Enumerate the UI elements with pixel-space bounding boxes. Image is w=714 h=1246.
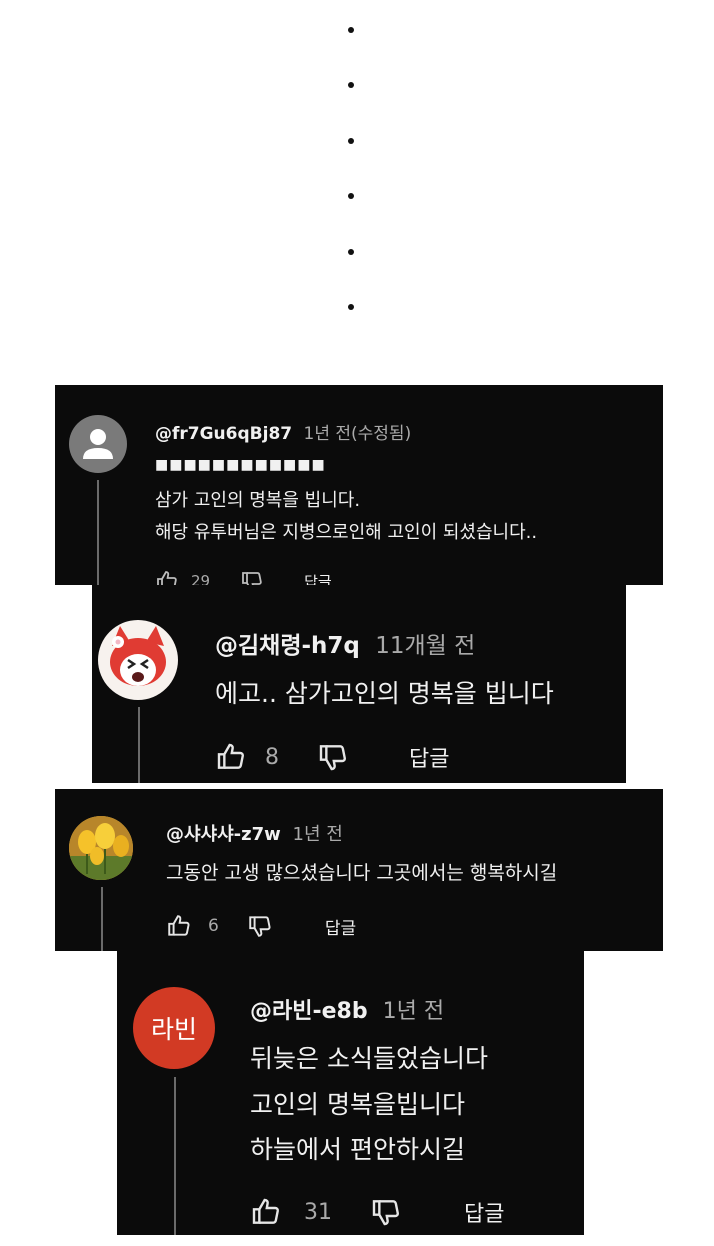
comment-actions: 29 답글 bbox=[155, 569, 332, 585]
comment-line: 뒤늦은 소식들었습니다 bbox=[250, 1044, 488, 1073]
dot bbox=[348, 304, 354, 310]
username[interactable]: @샤샤샤-z7w bbox=[166, 824, 281, 845]
comment-card: @fr7Gu6qBj87 1년 전(수정됨) ■■■■■■■■■■■■ 삼가 고… bbox=[55, 385, 663, 585]
thumbs-down-icon[interactable] bbox=[317, 741, 349, 773]
cartoon-cat-avatar bbox=[110, 626, 166, 686]
thumbs-down-icon[interactable] bbox=[240, 569, 264, 585]
reply-button[interactable]: 답글 bbox=[409, 741, 449, 773]
like-count: 31 bbox=[304, 1199, 332, 1225]
comment-header: @김채령-h7q 11개월 전 bbox=[215, 626, 475, 660]
avatar[interactable] bbox=[98, 620, 178, 700]
dot bbox=[348, 27, 354, 33]
thumbs-down-icon[interactable] bbox=[370, 1196, 402, 1228]
reply-button[interactable]: 답글 bbox=[304, 571, 332, 586]
thumbs-up-icon[interactable] bbox=[166, 913, 192, 939]
thread-line bbox=[138, 707, 140, 783]
username[interactable]: @fr7Gu6qBj87 bbox=[155, 424, 292, 444]
comment-line: 에고.. 삼가고인의 명복을 빕니다 bbox=[215, 679, 554, 708]
avatar[interactable] bbox=[69, 415, 127, 473]
thumbs-up-icon[interactable] bbox=[215, 741, 247, 773]
thumbs-up-icon[interactable] bbox=[250, 1196, 282, 1228]
comment-line: 하늘에서 편안하시길 bbox=[250, 1135, 465, 1164]
comment-card: @샤샤샤-z7w 1년 전 그동안 고생 많으셨습니다 그곳에서는 행복하시길 … bbox=[55, 789, 663, 951]
comment-line: 삼가 고인의 명복을 빕니다. bbox=[155, 490, 361, 511]
dot bbox=[348, 138, 354, 144]
like-count: 8 bbox=[265, 744, 279, 770]
thread-line bbox=[174, 1077, 176, 1235]
timestamp: 1년 전 bbox=[382, 999, 445, 1024]
thread-line bbox=[101, 887, 103, 951]
comment-line: 그동안 고생 많으셨습니다 그곳에서는 행복하시길 bbox=[166, 862, 558, 884]
like-count: 6 bbox=[208, 916, 219, 936]
comment-actions: 6 답글 bbox=[166, 913, 356, 939]
dot bbox=[348, 249, 354, 255]
username[interactable]: @김채령-h7q bbox=[215, 633, 360, 659]
comment-line: 해당 유투버님은 지병으로인해 고인이 되셨습니다.. bbox=[155, 522, 538, 543]
timestamp: 1년 전 bbox=[292, 824, 343, 845]
comment-line: 고인의 명복을빕니다 bbox=[250, 1090, 465, 1119]
avatar[interactable] bbox=[69, 816, 133, 880]
thread-line bbox=[97, 480, 99, 585]
like-count: 29 bbox=[191, 572, 211, 585]
dot bbox=[348, 82, 354, 88]
timestamp: 11개월 전 bbox=[375, 633, 476, 659]
comment-card: 라빈 @라빈-e8b 1년 전 뒤늦은 소식들었습니다 고인의 명복을빕니다 하… bbox=[117, 951, 584, 1235]
comment-actions: 31 답글 bbox=[250, 1196, 504, 1228]
comment-actions: 8 답글 bbox=[215, 741, 449, 773]
default-user-icon bbox=[83, 429, 113, 459]
comment-header: @샤샤샤-z7w 1년 전 bbox=[166, 820, 343, 846]
comment-header: @라빈-e8b 1년 전 bbox=[250, 993, 444, 1025]
dot bbox=[348, 193, 354, 199]
tulip-photo-avatar bbox=[69, 816, 133, 880]
comment-card: @김채령-h7q 11개월 전 에고.. 삼가고인의 명복을 빕니다 8 답글 bbox=[92, 585, 626, 783]
comment-censored-line: ■■■■■■■■■■■■ bbox=[155, 457, 326, 473]
timestamp: 1년 전(수정됨) bbox=[303, 424, 412, 444]
username[interactable]: @라빈-e8b bbox=[250, 999, 368, 1024]
comment-header: @fr7Gu6qBj87 1년 전(수정됨) bbox=[155, 419, 411, 444]
thumbs-up-icon[interactable] bbox=[155, 569, 179, 585]
avatar-initials: 라빈 bbox=[150, 1015, 197, 1044]
reply-button[interactable]: 답글 bbox=[325, 914, 356, 939]
avatar[interactable]: 라빈 bbox=[133, 987, 215, 1069]
thumbs-down-icon[interactable] bbox=[247, 913, 273, 939]
reply-button[interactable]: 답글 bbox=[464, 1196, 504, 1228]
